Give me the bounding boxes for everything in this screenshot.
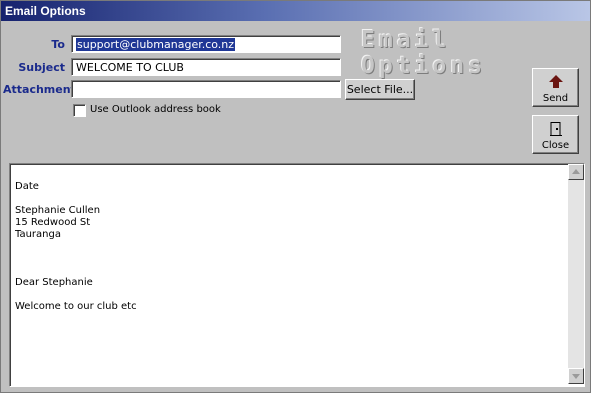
subject-label: Subject [18, 61, 65, 74]
attachment-label: Attachment [3, 83, 76, 96]
outlook-address-book-label: Use Outlook address book [90, 104, 221, 115]
window-title: Email Options [5, 4, 86, 18]
scroll-down-arrow-icon [572, 374, 580, 379]
to-field[interactable]: support@clubmanager.co.nz [71, 35, 341, 53]
to-field-value: support@clubmanager.co.nz [76, 38, 236, 51]
close-label: Close [541, 140, 570, 151]
scroll-down-button[interactable] [568, 368, 584, 384]
email-options-window: Email Options To support@clubmanager.co.… [0, 0, 591, 393]
attachment-field[interactable] [71, 80, 341, 98]
scroll-up-arrow-icon [572, 169, 580, 174]
message-body-text[interactable]: Date Stephanie Cullen 15 Redwood St Taur… [15, 181, 555, 313]
title-bar[interactable]: Email Options [1, 1, 590, 21]
close-button[interactable]: Close [532, 115, 579, 154]
send-button[interactable]: Send [532, 68, 579, 107]
subject-field[interactable]: WELCOME TO CLUB [71, 58, 341, 76]
message-body-area[interactable]: Date Stephanie Cullen 15 Redwood St Taur… [9, 163, 585, 387]
message-scrollbar[interactable] [568, 164, 584, 384]
scroll-up-button[interactable] [568, 164, 584, 180]
door-icon [550, 122, 562, 136]
outlook-address-book-checkbox[interactable] [73, 104, 86, 117]
send-arrow-icon [549, 75, 563, 88]
select-file-button[interactable]: Select File... [345, 79, 415, 100]
to-label: To [51, 38, 65, 51]
send-label: Send [542, 93, 569, 104]
